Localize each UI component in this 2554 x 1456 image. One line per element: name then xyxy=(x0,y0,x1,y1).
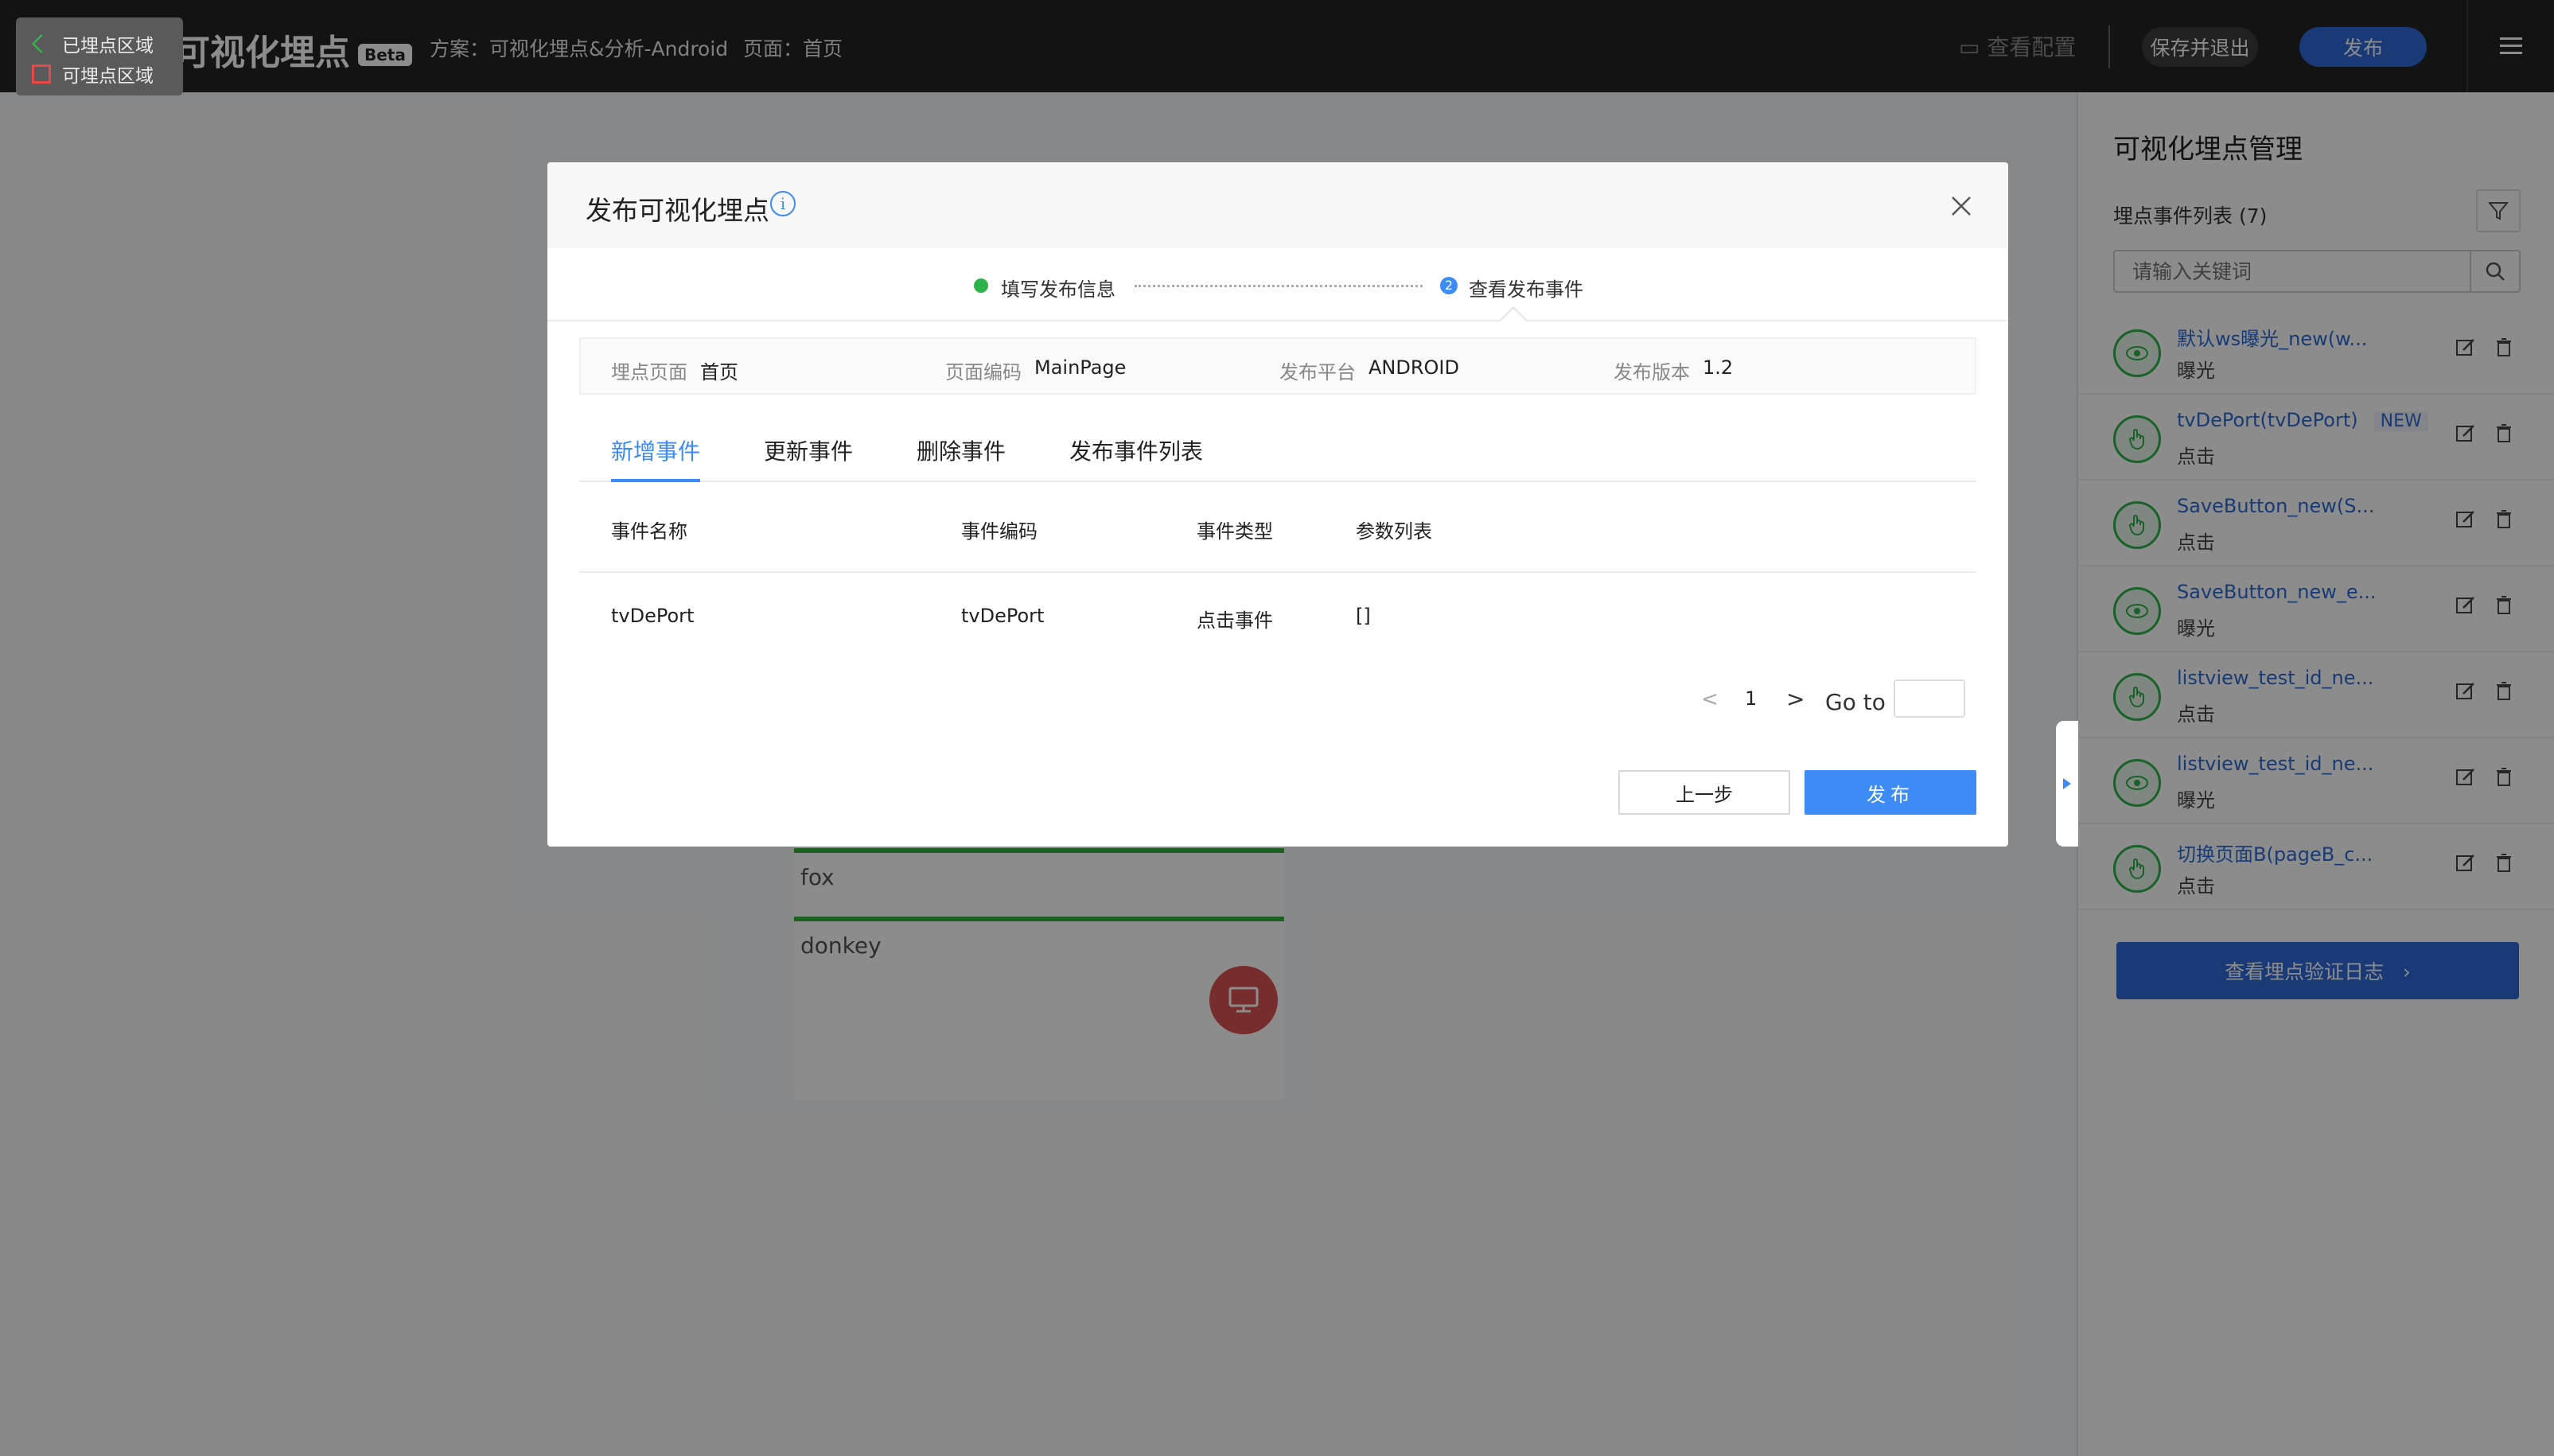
column-header: 事件编码 xyxy=(961,520,1038,543)
table-cell: tvDePort xyxy=(961,605,1045,627)
meta-page-label: 埋点页面 xyxy=(611,361,687,383)
prev-page-button[interactable]: < xyxy=(1701,687,1719,711)
meta-version-label: 发布版本 xyxy=(1614,361,1690,383)
goto-label: Go to xyxy=(1825,689,1886,715)
table-header: 事件名称 事件编码 事件类型 参数列表 xyxy=(579,484,1976,573)
event-tabs: 新增事件 更新事件 删除事件 发布事件列表 xyxy=(579,411,1976,482)
modal-header: 发布可视化埋点 i xyxy=(547,162,2008,248)
active-tab-indicator xyxy=(611,479,700,482)
column-header: 事件名称 xyxy=(611,520,687,543)
legend-trackable: 可埋点区域 xyxy=(32,59,183,89)
close-icon[interactable] xyxy=(1949,194,1973,218)
table-cell: 点击事件 xyxy=(1197,609,1273,632)
meta-code-label: 页面编码 xyxy=(945,361,1022,383)
area-legend: 已埋点区域 可埋点区域 xyxy=(16,18,183,95)
previous-step-button[interactable]: 上一步 xyxy=(1618,770,1790,815)
publish-meta: 埋点页面 首页 页面编码 MainPage 发布平台 ANDROID 发布版本 … xyxy=(579,337,1976,395)
publish-modal: 发布可视化埋点 i 填写发布信息 2 查看发布事件 埋点页面 首页 页面编码 M… xyxy=(547,162,2008,847)
chevron-left-icon xyxy=(32,34,51,53)
step-2-number: 2 xyxy=(1440,277,1458,294)
column-header: 参数列表 xyxy=(1356,520,1432,543)
tab-deleted-events[interactable]: 删除事件 xyxy=(917,434,1006,466)
meta-code-value: MainPage xyxy=(1034,356,1127,379)
next-page-button[interactable]: > xyxy=(1786,686,1805,712)
meta-version-value: 1.2 xyxy=(1703,356,1734,379)
step-1-label: 填写发布信息 xyxy=(1001,278,1115,301)
step-connector xyxy=(1135,285,1423,287)
modal-title: 发布可视化埋点 xyxy=(586,195,769,226)
confirm-publish-button[interactable]: 发布 xyxy=(1805,770,1976,815)
tab-updated-events[interactable]: 更新事件 xyxy=(764,434,853,466)
legend-tracked-label: 已埋点区域 xyxy=(62,36,154,56)
step-caret xyxy=(1500,306,1527,333)
legend-tracked: 已埋点区域 xyxy=(32,29,183,59)
caret-right-icon xyxy=(2063,778,2071,789)
step-indicator: 填写发布信息 2 查看发布事件 xyxy=(547,248,2008,333)
goto-page-input[interactable] xyxy=(1894,679,1965,718)
tab-new-events[interactable]: 新增事件 xyxy=(611,434,700,466)
legend-trackable-label: 可埋点区域 xyxy=(62,66,154,87)
tab-publish-list[interactable]: 发布事件列表 xyxy=(1069,434,1203,466)
meta-platform-value: ANDROID xyxy=(1368,356,1459,379)
meta-page-value: 首页 xyxy=(700,361,738,383)
table-cell: [] xyxy=(1356,605,1371,627)
step-2-label: 查看发布事件 xyxy=(1469,278,1583,301)
page-number[interactable]: 1 xyxy=(1745,687,1757,710)
table-row: tvDePort tvDePort 点击事件 [] xyxy=(579,573,1976,662)
check-circle-icon xyxy=(974,278,988,293)
meta-platform-label: 发布平台 xyxy=(1279,361,1356,383)
panel-collapse-handle[interactable] xyxy=(2056,721,2078,847)
red-square-icon xyxy=(32,64,51,84)
table-cell: tvDePort xyxy=(611,605,695,627)
column-header: 事件类型 xyxy=(1197,520,1273,543)
info-icon[interactable]: i xyxy=(770,191,796,216)
pagination: < 1 > Go to xyxy=(547,679,2008,719)
